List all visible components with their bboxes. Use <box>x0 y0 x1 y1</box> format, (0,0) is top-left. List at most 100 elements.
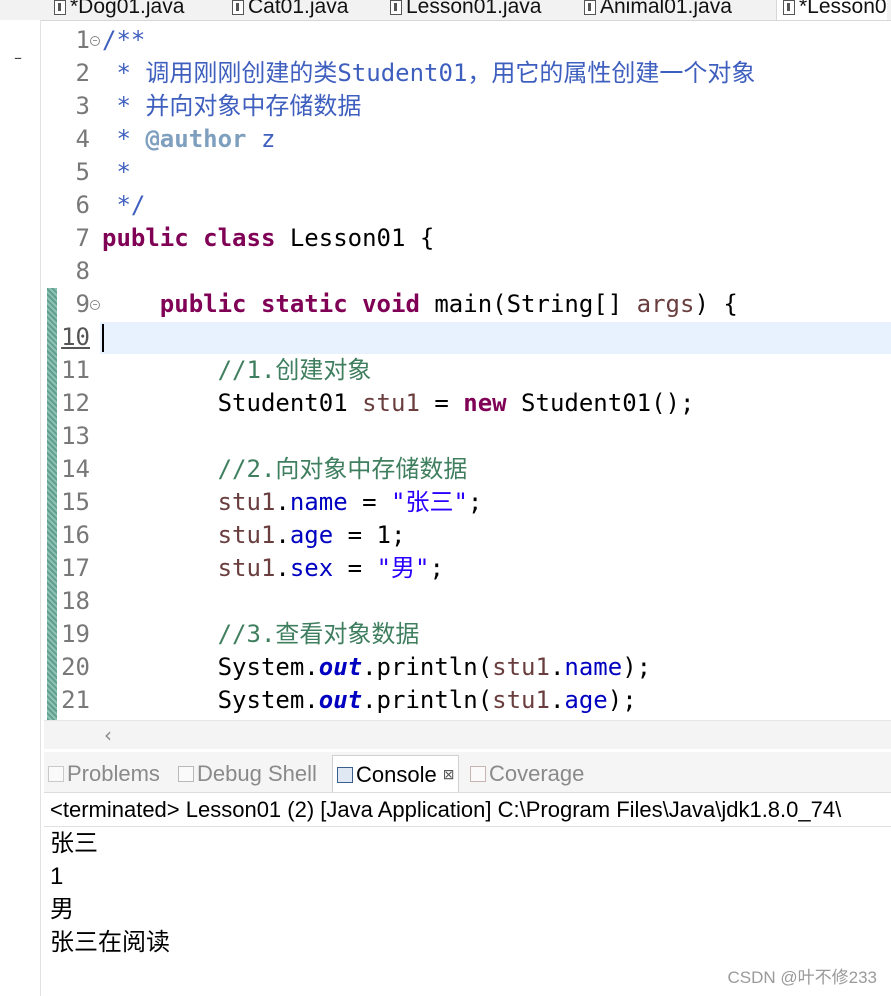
line-number: 11 <box>61 356 90 384</box>
code-line[interactable]: 9− public static void main(String[] args… <box>44 288 891 321</box>
code-token: new <box>463 389 507 417</box>
code-text: //2.向对象中存储数据 <box>102 453 468 486</box>
editor-tab-label: *Lesson0 <box>799 0 887 18</box>
editor-tab[interactable]: Cat01.java <box>228 0 348 20</box>
editor-tab[interactable]: *Dog01.java <box>50 0 184 20</box>
code-text: * @author z <box>102 123 275 156</box>
code-line[interactable]: 13 <box>44 420 891 453</box>
code-line[interactable]: 2 * 调用刚刚创建的类Student01，用它的属性创建一个对象 <box>44 57 891 90</box>
panel-tab-bar: Problems Debug Shell Console ⊠ Coverage <box>44 752 891 793</box>
code-token: name <box>564 653 623 681</box>
fold-toggle-icon[interactable]: − <box>90 36 100 46</box>
code-text: stu1.age = 1; <box>102 519 406 552</box>
code-token: @author <box>145 125 247 153</box>
code-line[interactable]: 1−/** <box>44 24 891 57</box>
code-line[interactable]: 15 stu1.name = "张三"; <box>44 486 891 519</box>
editor-tab-label: Cat01.java <box>248 0 349 18</box>
code-token: ); <box>607 686 637 714</box>
code-token: System. <box>102 686 319 714</box>
code-line[interactable]: 3 * 并向对象中存储数据 <box>44 90 891 123</box>
editor-tab-label: Lesson01.java <box>406 0 542 18</box>
code-line[interactable]: 12 Student01 stu1 = new Student01(); <box>44 387 891 420</box>
panel-tab-console[interactable]: Console ⊠ <box>332 755 460 792</box>
code-token: ); <box>622 653 652 681</box>
editor-tab[interactable]: *Lesson0 <box>776 0 887 20</box>
editor-tab-label: Animal01.java <box>600 0 732 18</box>
panel-tab-coverage[interactable]: Coverage <box>470 758 584 790</box>
editor-tab[interactable]: Lesson01.java <box>386 0 541 20</box>
panel-tab-label: Console <box>356 762 437 787</box>
panel-tab-label: Problems <box>67 761 160 786</box>
problems-icon <box>48 766 64 782</box>
code-token: * <box>102 125 146 153</box>
minimize-icon[interactable]: – <box>14 50 22 66</box>
left-trim-strip: – <box>0 20 41 996</box>
code-token: Student01(); <box>506 389 695 417</box>
code-text: stu1.sex = "男"; <box>102 552 444 585</box>
code-line[interactable]: 6 */ <box>44 189 891 222</box>
close-icon[interactable]: ⊠ <box>443 766 455 782</box>
line-number: 13 <box>61 422 90 450</box>
code-line[interactable]: 19 //3.查看对象数据 <box>44 618 891 651</box>
code-editor[interactable]: 1−/** 2 * 调用刚刚创建的类Student01，用它的属性创建一个对象 3 … <box>44 22 891 720</box>
code-line[interactable]: 11 //1.创建对象 <box>44 354 891 387</box>
code-token: //3.查看对象数据 <box>217 620 420 648</box>
code-line[interactable]: 21 System.out.println(stu1.age); <box>44 684 891 717</box>
code-line[interactable]: 18 <box>44 585 891 618</box>
panel-tab-problems[interactable]: Problems <box>48 758 160 790</box>
code-line[interactable]: 4 * @author z <box>44 123 891 156</box>
line-number: 5 <box>75 158 90 186</box>
line-number: 6 <box>75 191 90 219</box>
code-token: Lesson01 { <box>275 224 435 252</box>
code-line[interactable]: 8 <box>44 255 891 288</box>
code-token: //1.创建对象 <box>217 356 372 384</box>
code-line[interactable]: 20 System.out.println(stu1.name); <box>44 651 891 684</box>
code-text: //1.创建对象 <box>102 354 372 387</box>
code-token: * <box>102 158 131 186</box>
code-token: main(String[] <box>419 290 637 318</box>
scroll-left-icon[interactable]: ‹ <box>104 723 112 747</box>
code-token: //2.向对象中存储数据 <box>217 455 468 483</box>
code-token: ; <box>467 488 483 516</box>
code-token: = 1; <box>333 521 406 549</box>
code-token: . <box>275 521 290 549</box>
console-divider <box>44 826 891 827</box>
code-token: out <box>318 653 363 681</box>
line-number: 21 <box>61 686 90 714</box>
code-token: public <box>102 224 189 252</box>
code-token: Student01 <box>102 389 363 417</box>
java-file-icon <box>783 0 795 15</box>
editor-tab-bar: *Dog01.java Cat01.java Lesson01.java Animal… <box>0 0 891 21</box>
code-line[interactable]: 10 <box>44 321 891 354</box>
code-text: /** <box>102 24 145 57</box>
code-token: name <box>289 488 348 516</box>
code-token: age <box>289 521 334 549</box>
line-number: 18 <box>61 587 90 615</box>
code-line[interactable]: 7 public class Lesson01 { <box>44 222 891 255</box>
code-token: stu1 <box>217 554 276 582</box>
text-cursor <box>102 324 104 352</box>
editor-tab[interactable]: Animal01.java <box>580 0 732 20</box>
code-line[interactable]: 14 //2.向对象中存储数据 <box>44 453 891 486</box>
code-line[interactable]: 17 stu1.sex = "男"; <box>44 552 891 585</box>
code-line[interactable]: 16 stu1.age = 1; <box>44 519 891 552</box>
code-token: * 并向对象中存储数据 <box>102 92 362 120</box>
code-token: "男" <box>376 554 430 582</box>
code-token: args <box>636 290 695 318</box>
horizontal-scrollbar[interactable]: ‹ <box>44 720 891 749</box>
code-token: stu1 <box>492 653 550 681</box>
debug-shell-icon <box>178 766 194 782</box>
code-token: . <box>275 554 290 582</box>
panel-tab-debug-shell[interactable]: Debug Shell <box>178 758 317 790</box>
code-token: = <box>419 389 464 417</box>
code-line[interactable]: 5 * <box>44 156 891 189</box>
coverage-icon <box>470 766 486 782</box>
code-token: ; <box>429 554 444 582</box>
fold-toggle-icon[interactable]: − <box>90 300 100 310</box>
java-file-icon <box>54 0 66 15</box>
